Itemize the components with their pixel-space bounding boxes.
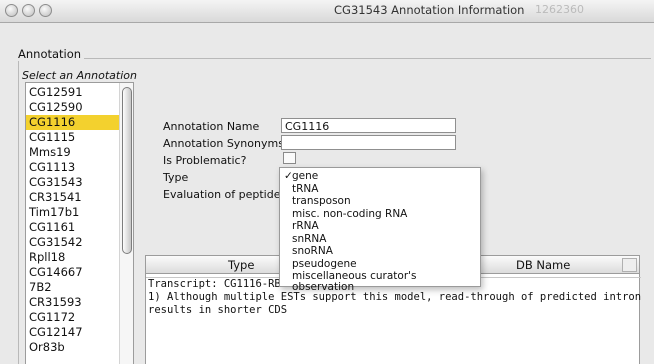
evaluation-of-peptide-label: Evaluation of peptide <box>163 188 281 201</box>
window-title: CG31543 Annotation Information <box>334 3 525 17</box>
type-option-snorna[interactable]: snoRNA <box>280 246 480 257</box>
is-problematic-label: Is Problematic? <box>163 154 247 167</box>
annotation-name-label: Annotation Name <box>163 120 260 133</box>
annotation-list-item[interactable]: CG14667 <box>26 265 121 280</box>
annotation-list-item[interactable]: Mms19 <box>26 145 121 160</box>
select-annotation-label: Select an Annotation <box>22 69 137 82</box>
type-dropdown-menu[interactable]: ✓ gene tRNA transposon misc. non-coding … <box>279 167 481 293</box>
annotation-list-item[interactable]: Tim17b1 <box>26 205 121 220</box>
annotation-list-item[interactable]: CG31542 <box>26 235 121 250</box>
is-problematic-checkbox[interactable] <box>283 152 296 164</box>
annotation-list-item[interactable]: CR31541 <box>26 190 121 205</box>
annotation-list-item[interactable]: CG1161 <box>26 220 121 235</box>
annotation-list-scrollbar[interactable] <box>119 83 133 364</box>
zoom-window-button[interactable] <box>39 4 52 17</box>
type-option-transposon[interactable]: transposon <box>280 196 480 207</box>
type-option-rrna[interactable]: rRNA <box>280 221 480 232</box>
annotation-list-item[interactable]: CG31543 <box>26 175 121 190</box>
annotation-list-item[interactable]: 7B2 <box>26 280 121 295</box>
column-header-type[interactable]: Type <box>228 258 254 272</box>
close-window-button[interactable] <box>5 4 18 17</box>
annotation-list-item[interactable]: CG12591 <box>26 85 121 100</box>
window-title-id: 1262360 <box>535 3 584 16</box>
annotation-list-item[interactable]: CG1115 <box>26 130 121 145</box>
annotation-list-item-selected[interactable]: CG1116 <box>26 115 121 130</box>
type-option-misc-curator-observation[interactable]: miscellaneous curator's observation <box>280 271 480 293</box>
annotation-group-label: Annotation <box>18 47 85 61</box>
type-option-misc-non-coding-rna[interactable]: misc. non-coding RNA <box>280 208 480 220</box>
annotation-synonyms-label: Annotation Synonyms <box>163 137 284 150</box>
annotation-list-item[interactable]: CG12147 <box>26 325 121 340</box>
annotation-list[interactable]: CG12591 CG12590 CG1116 CG1115 Mms19 CG11… <box>25 82 134 364</box>
type-label: Type <box>163 171 189 184</box>
annotation-list-item[interactable]: Or83b <box>26 340 121 355</box>
annotation-list-item[interactable]: CG12590 <box>26 100 121 115</box>
annotation-list-item[interactable]: CG1172 <box>26 310 121 325</box>
column-header-db-name[interactable]: DB Name <box>516 258 570 272</box>
annotation-synonyms-field[interactable] <box>281 135 456 150</box>
type-option-trna[interactable]: tRNA <box>280 183 480 195</box>
minimize-window-button[interactable] <box>22 4 35 17</box>
type-option-snrna[interactable]: snRNA <box>280 233 480 245</box>
annotation-list-item[interactable]: Rpll18 <box>26 250 121 265</box>
annotation-list-scroll-thumb[interactable] <box>122 87 132 254</box>
title-bar: CG31543 Annotation Information 1262360 <box>0 0 654 23</box>
annotation-list-item[interactable]: CG1113 <box>26 160 121 175</box>
column-options-icon[interactable] <box>622 258 637 272</box>
annotation-list-item[interactable]: CR31593 <box>26 295 121 310</box>
type-option-gene[interactable]: ✓ gene <box>280 171 480 182</box>
comment-line: results in shorter CDS <box>148 304 288 316</box>
annotation-name-field[interactable]: CG1116 <box>281 118 456 133</box>
type-option-pseudogene[interactable]: pseudogene <box>280 258 480 270</box>
